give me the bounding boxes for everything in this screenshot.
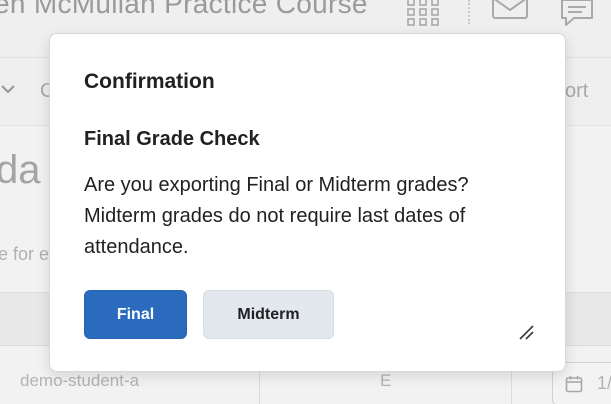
dialog-message: Are you exporting Final or Midterm grade… [84, 174, 469, 258]
midterm-button[interactable]: Midterm [203, 290, 334, 339]
final-button[interactable]: Final [84, 290, 187, 339]
confirmation-dialog: Confirmation Final Grade Check Are you e… [49, 33, 566, 372]
mail-icon[interactable] [490, 0, 530, 22]
calendar-icon [565, 376, 583, 393]
nav-item-fragment[interactable]: ort [565, 80, 588, 103]
student-name: demo-student-a [20, 371, 140, 390]
header-divider [468, 0, 470, 24]
chevron-down-icon[interactable] [0, 82, 16, 96]
dialog-subtitle: Final Grade Check [84, 128, 260, 150]
page-description: e for e [0, 244, 50, 264]
apps-grid-icon[interactable] [406, 0, 440, 26]
date-value: 1/ [597, 373, 611, 393]
course-title: en McMullan Practice Course [0, 0, 368, 19]
resize-handle-icon[interactable] [518, 324, 534, 340]
student-grade: E [380, 371, 392, 390]
dialog-title: Confirmation [84, 70, 215, 93]
page-title: da [0, 148, 41, 192]
chat-icon[interactable] [558, 0, 598, 28]
